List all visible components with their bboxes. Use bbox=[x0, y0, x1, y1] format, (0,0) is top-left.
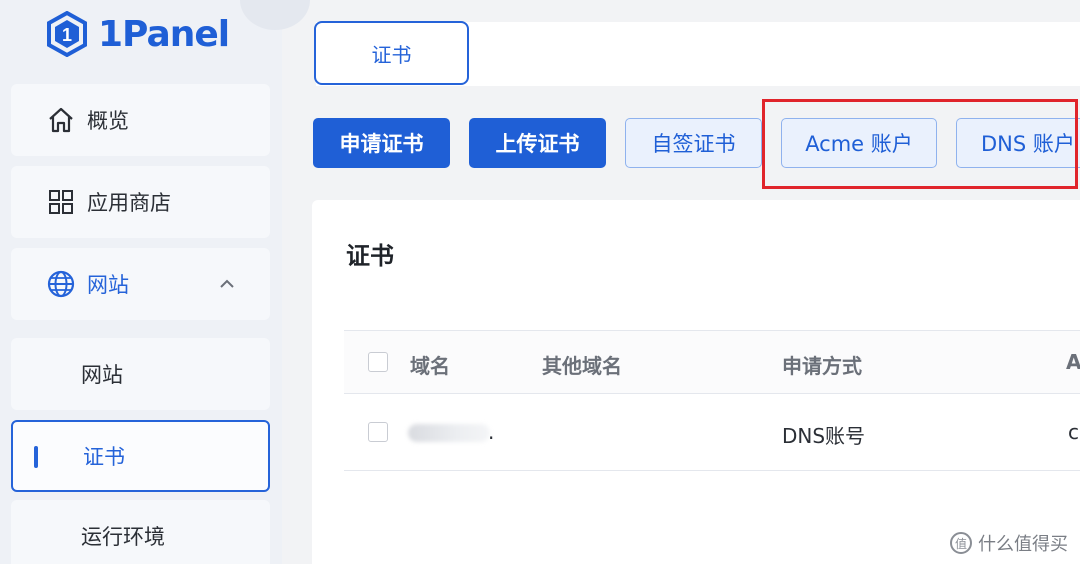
tab-certificate[interactable]: 证书 bbox=[314, 21, 469, 85]
apply-cert-button[interactable]: 申请证书 bbox=[313, 118, 450, 168]
row-checkbox[interactable] bbox=[368, 422, 388, 442]
tab-bar: 证书 bbox=[302, 0, 1080, 104]
logo-text: 1Panel bbox=[98, 13, 230, 55]
select-all-checkbox[interactable] bbox=[368, 352, 388, 372]
truncated-cell: c bbox=[1068, 420, 1079, 444]
sidebar-item-sites[interactable]: 网站 bbox=[11, 248, 270, 320]
globe-icon bbox=[47, 270, 75, 298]
watermark-text: 什么值得买 bbox=[978, 534, 1068, 555]
active-indicator bbox=[34, 446, 38, 468]
sidebar-subitem-website[interactable]: 网站 bbox=[11, 338, 270, 410]
sidebar-item-label: 网站 bbox=[87, 273, 129, 297]
sidebar: 1 1Panel 概览 应用商店 网站 网站 证书 运行环境 bbox=[0, 0, 310, 564]
self-signed-cert-button[interactable]: 自签证书 bbox=[625, 118, 762, 168]
card-title: 证书 bbox=[346, 242, 394, 270]
decorative-blob bbox=[240, 0, 310, 30]
logo[interactable]: 1 1Panel bbox=[46, 8, 230, 60]
sidebar-item-label: 应用商店 bbox=[87, 191, 171, 215]
column-header-domain: 域名 bbox=[410, 354, 450, 378]
table-header: 域名 其他域名 申请方式 A bbox=[344, 330, 1080, 394]
sidebar-item-label: 概览 bbox=[87, 109, 129, 133]
domain-suffix: . bbox=[488, 420, 495, 444]
certificate-card: 证书 域名 其他域名 申请方式 A . DNS账号 c bbox=[312, 200, 1080, 564]
sidebar-subitem-label: 运行环境 bbox=[81, 525, 165, 549]
column-header-truncated: A bbox=[1066, 350, 1080, 374]
sidebar-item-app-store[interactable]: 应用商店 bbox=[11, 166, 270, 238]
table-row[interactable]: . DNS账号 c bbox=[344, 394, 1080, 471]
home-icon bbox=[47, 106, 75, 134]
watermark-logo-icon: 值 bbox=[950, 532, 972, 554]
sidebar-subitem-certificate[interactable]: 证书 bbox=[11, 420, 270, 492]
annotation-highlight-box bbox=[762, 99, 1078, 189]
upload-cert-button[interactable]: 上传证书 bbox=[469, 118, 606, 168]
column-header-other-domains: 其他域名 bbox=[542, 354, 622, 378]
sidebar-subitem-label: 网站 bbox=[81, 363, 123, 387]
sidebar-item-overview[interactable]: 概览 bbox=[11, 84, 270, 156]
svg-text:1: 1 bbox=[62, 25, 72, 45]
sidebar-subitem-runtime[interactable]: 运行环境 bbox=[11, 500, 270, 564]
column-header-apply-method: 申请方式 bbox=[782, 354, 862, 378]
grid-icon bbox=[47, 188, 75, 216]
watermark: 值 什么值得买 bbox=[950, 530, 1068, 556]
sidebar-subitem-label: 证书 bbox=[83, 445, 125, 469]
chevron-up-icon[interactable] bbox=[218, 270, 236, 303]
logo-hexagon-icon: 1 bbox=[47, 11, 87, 57]
blurred-domain bbox=[408, 424, 490, 442]
apply-method-cell: DNS账号 bbox=[782, 424, 866, 448]
